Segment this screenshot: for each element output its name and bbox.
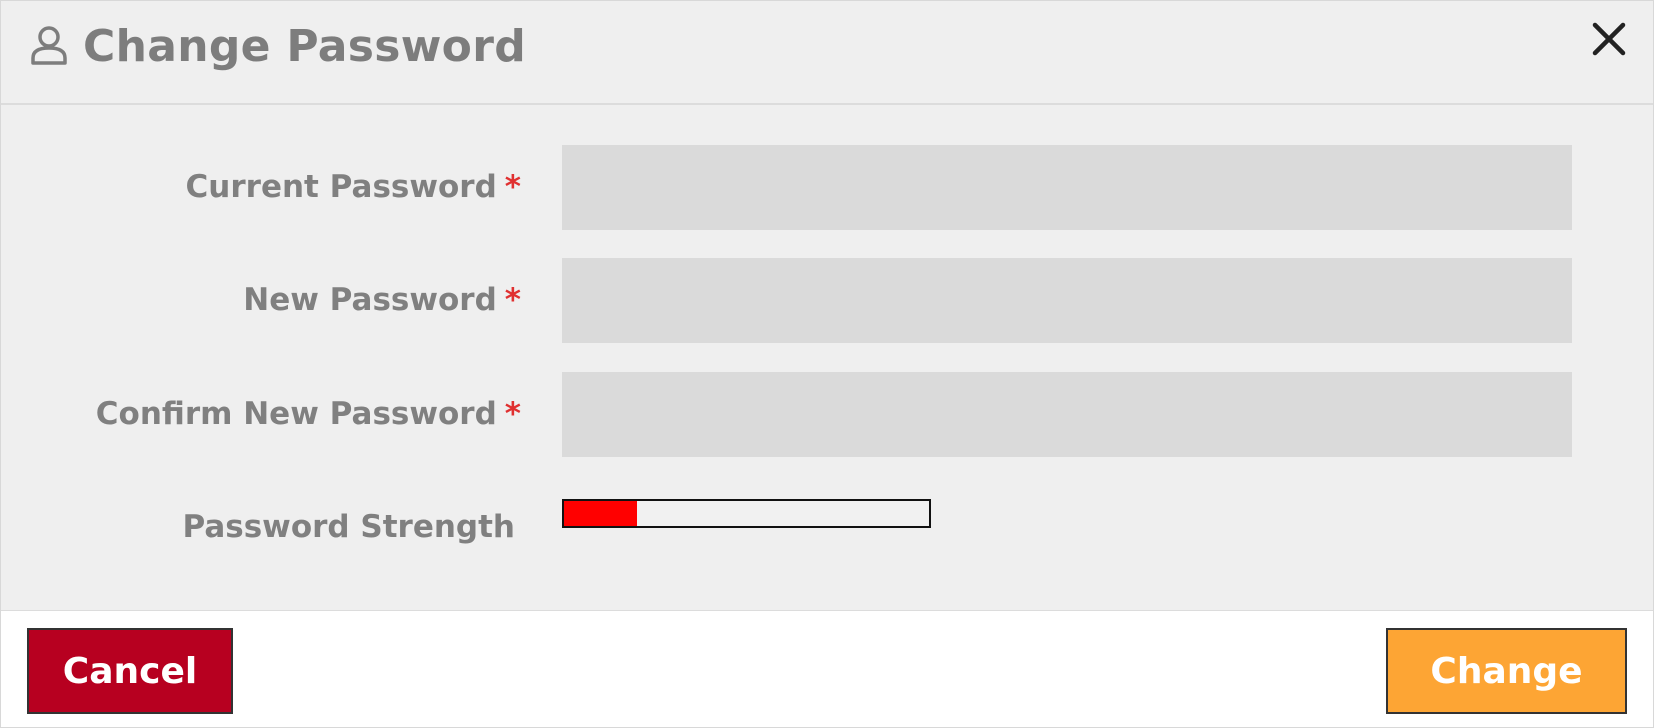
close-icon[interactable] <box>1589 19 1629 59</box>
confirm-password-label-text: Confirm New Password <box>95 396 497 432</box>
current-password-label: Current Password * <box>186 167 521 207</box>
dialog-title: Change Password <box>83 21 526 72</box>
required-marker: * <box>504 282 521 318</box>
required-marker: * <box>504 169 521 205</box>
required-marker: * <box>504 396 521 432</box>
password-strength-fill <box>564 501 637 526</box>
dialog-footer: Cancel Change <box>1 610 1653 727</box>
new-password-input[interactable] <box>562 258 1572 343</box>
new-password-label: New Password * <box>243 280 521 320</box>
confirm-password-label: Confirm New Password * <box>96 394 521 434</box>
current-password-label-text: Current Password <box>185 169 497 205</box>
user-icon <box>30 25 68 65</box>
new-password-label-text: New Password <box>243 282 497 318</box>
change-button[interactable]: Change <box>1386 628 1627 714</box>
confirm-password-input[interactable] <box>562 372 1572 457</box>
dialog-header: Change Password <box>1 1 1653 105</box>
current-password-input[interactable] <box>562 145 1572 230</box>
cancel-button[interactable]: Cancel <box>27 628 233 714</box>
change-password-dialog: Change Password Current Password * New Pa… <box>0 0 1654 728</box>
password-strength-meter <box>562 499 931 528</box>
password-strength-label: Password Strength <box>182 509 515 545</box>
